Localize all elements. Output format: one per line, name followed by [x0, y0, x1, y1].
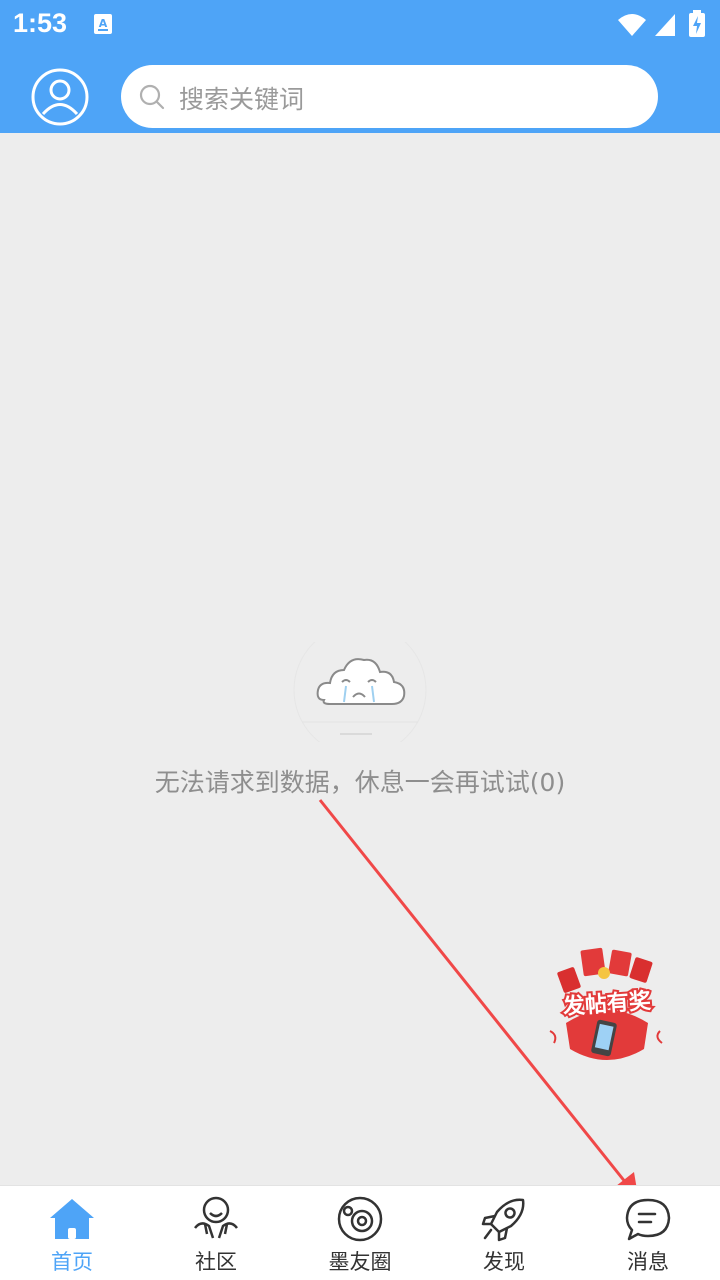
search-placeholder: 搜索关键词 — [179, 85, 305, 114]
tab-messages[interactable]: 消息 — [576, 1186, 720, 1280]
user-avatar-icon[interactable] — [30, 67, 90, 127]
home-icon — [50, 1199, 94, 1239]
tab-community[interactable]: 社区 — [144, 1186, 288, 1280]
promo-label: 发帖有奖 — [559, 986, 655, 1022]
signal-icon — [655, 14, 675, 36]
empty-state-message: 无法请求到数据，休息一会再试试(0) — [154, 768, 566, 797]
tab-circle[interactable]: 墨友圈 — [288, 1186, 432, 1280]
tab-home[interactable]: 首页 — [0, 1186, 144, 1280]
annotation-arrow — [318, 799, 638, 1196]
tab-discover[interactable]: 发现 — [432, 1186, 576, 1280]
post-reward-promo[interactable]: 发帖有奖 — [544, 945, 670, 1065]
circle-icon — [337, 1196, 383, 1242]
tab-circle-label: 墨友圈 — [328, 1250, 392, 1274]
tab-messages-label: 消息 — [627, 1250, 669, 1274]
svg-text:发帖有奖: 发帖有奖 — [561, 988, 653, 1020]
search-icon — [139, 84, 165, 110]
svg-text:A: A — [99, 17, 108, 30]
bottom-tab-bar: 首页 社区 墨友圈 发现 消息 — [0, 1185, 720, 1280]
wifi-icon — [618, 14, 646, 36]
tab-community-label: 社区 — [195, 1250, 237, 1274]
rocket-icon — [481, 1198, 525, 1242]
tab-home-label: 首页 — [51, 1250, 93, 1274]
crying-cloud-icon — [293, 642, 427, 742]
search-bar[interactable]: 搜索关键词 — [121, 65, 658, 128]
app-header: 1:53 A 搜索关键词 — [0, 0, 720, 133]
message-icon — [625, 1198, 671, 1241]
keyboard-a-icon: A — [94, 14, 112, 34]
status-time: 1:53 — [13, 8, 68, 38]
community-icon — [194, 1196, 238, 1239]
tab-discover-label: 发现 — [483, 1250, 525, 1274]
status-bar: 1:53 A — [0, 0, 720, 50]
battery-charging-icon — [689, 10, 705, 37]
